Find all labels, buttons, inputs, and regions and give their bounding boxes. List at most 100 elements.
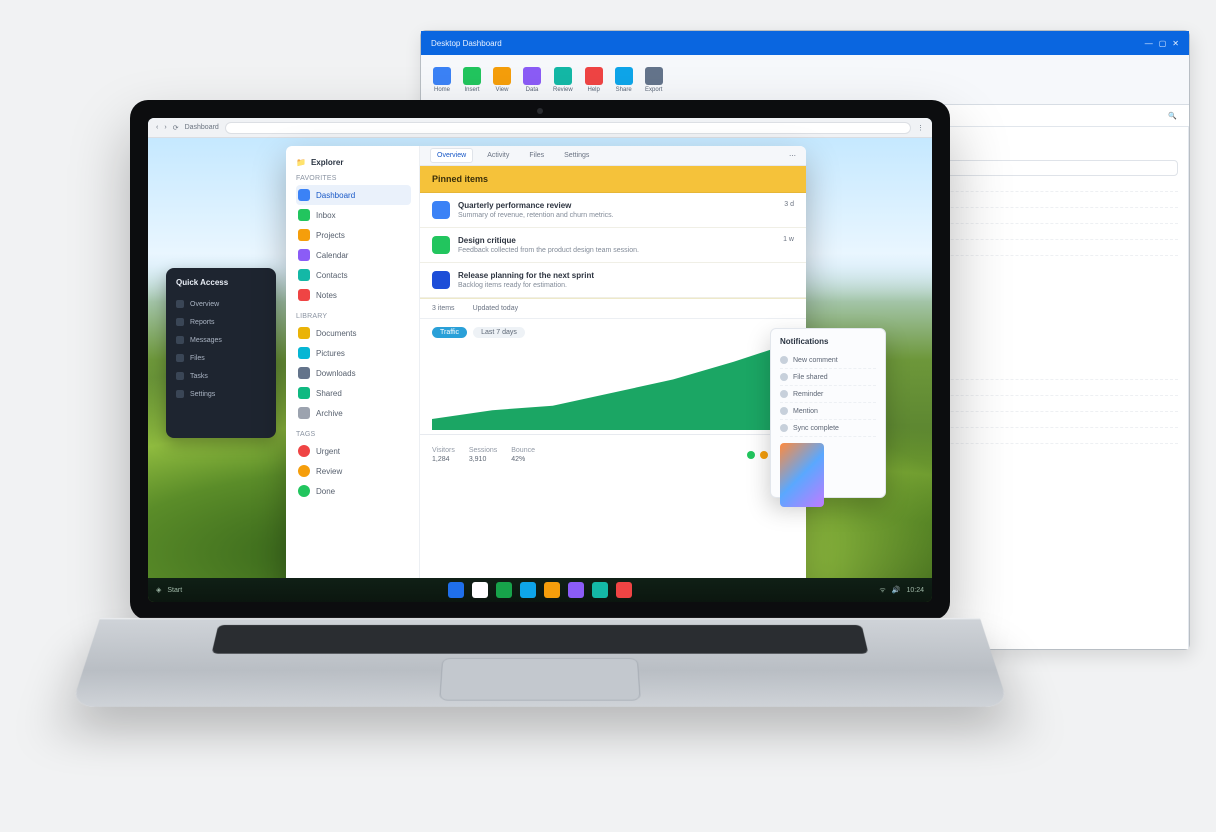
sidebar-item-shared[interactable]: Shared	[296, 383, 411, 403]
pinned-row[interactable]: Quarterly performance reviewSummary of r…	[420, 193, 806, 228]
pinned-row[interactable]: Design critiqueFeedback collected from t…	[420, 228, 806, 263]
laptop-bezel: ‹ › ⟳ Dashboard ⋮ Quick Access Overview …	[130, 100, 950, 620]
close-icon[interactable]: ✕	[1172, 39, 1179, 48]
row-meta: 3 d	[784, 201, 794, 208]
ribbon-item[interactable]: Export	[645, 67, 663, 93]
taskbar-app[interactable]	[520, 582, 536, 598]
panel-item[interactable]: Messages	[176, 331, 266, 349]
forward-icon[interactable]: ›	[164, 124, 166, 131]
square-icon	[298, 269, 310, 281]
camera-icon	[537, 108, 543, 114]
menu-icon[interactable]: ⋮	[917, 124, 924, 132]
taskbar-app[interactable]	[544, 582, 560, 598]
sidebar-item-tag[interactable]: Urgent	[296, 441, 411, 461]
square-icon	[298, 327, 310, 339]
dot-icon	[780, 373, 788, 381]
address-bar[interactable]	[225, 122, 911, 134]
browser-chrome: ‹ › ⟳ Dashboard ⋮	[148, 118, 932, 138]
sidebar-item-pictures[interactable]: Pictures	[296, 343, 411, 363]
min-icon[interactable]: —	[1145, 39, 1153, 48]
panel-heading: Quick Access	[176, 278, 266, 287]
sidebar-item-contacts[interactable]: Contacts	[296, 265, 411, 285]
search-icon[interactable]: 🔍	[1168, 112, 1177, 120]
laptop: ‹ › ⟳ Dashboard ⋮ Quick Access Overview …	[130, 100, 950, 740]
sidebar-item-inbox[interactable]: Inbox	[296, 205, 411, 225]
ribbon-item[interactable]: View	[493, 67, 511, 93]
notification-item[interactable]: Mention	[780, 403, 876, 420]
sound-icon[interactable]: 🔊	[892, 586, 901, 594]
dot-icon	[176, 300, 184, 308]
sidebar-item-projects[interactable]: Projects	[296, 225, 411, 245]
notification-item[interactable]: File shared	[780, 369, 876, 386]
taskbar-app[interactable]	[568, 582, 584, 598]
pinned-row[interactable]: Release planning for the next sprintBack…	[420, 263, 806, 298]
panel-item[interactable]: Files	[176, 349, 266, 367]
sidebar-item-notes[interactable]: Notes	[296, 285, 411, 305]
sidebar-item-documents[interactable]: Documents	[296, 323, 411, 343]
panel-heading: Notifications	[780, 337, 876, 346]
badge-icon	[432, 271, 450, 289]
sidebar-item-dashboard[interactable]: Dashboard	[296, 185, 411, 205]
ribbon-item[interactable]: Help	[585, 67, 603, 93]
panel-item[interactable]: Overview	[176, 295, 266, 313]
chart-range[interactable]: Last 7 days	[473, 327, 525, 338]
ribbon-item[interactable]: Insert	[463, 67, 481, 93]
tab-files[interactable]: Files	[523, 149, 550, 162]
dot-icon	[298, 445, 310, 457]
app-main: Overview Activity Files Settings ⋯ Pinne…	[420, 146, 806, 600]
clock[interactable]: 10:24	[906, 587, 924, 594]
panel-item[interactable]: Reports	[176, 313, 266, 331]
notification-item[interactable]: Reminder	[780, 386, 876, 403]
stat-sessions: Sessions3,910	[469, 447, 497, 463]
status-bar: Visitors1,284 Sessions3,910 Bounce42%	[420, 434, 806, 474]
trackpad[interactable]	[439, 658, 641, 700]
pinned-card: Pinned items Quarterly performance revie…	[420, 166, 806, 318]
max-icon[interactable]: ▢	[1159, 39, 1167, 48]
chart-card: Traffic Last 7 days	[420, 318, 806, 434]
reload-icon[interactable]: ⟳	[173, 124, 179, 132]
panel-item[interactable]: Settings	[176, 385, 266, 403]
wifi-icon[interactable]: ᯤ	[879, 586, 885, 595]
start-label: Start	[167, 587, 182, 594]
ribbon-item[interactable]: Data	[523, 67, 541, 93]
notification-item[interactable]: New comment	[780, 352, 876, 369]
sidebar-item-downloads[interactable]: Downloads	[296, 363, 411, 383]
start-button[interactable]: ◈	[156, 586, 161, 594]
taskbar-app[interactable]	[448, 582, 464, 598]
ribbon-item[interactable]: Home	[433, 67, 451, 93]
tab-activity[interactable]: Activity	[481, 149, 515, 162]
dot-icon	[176, 372, 184, 380]
taskbar: ◈ Start ᯤ 🔊 10:24	[148, 578, 932, 602]
taskbar-app[interactable]	[616, 582, 632, 598]
tab-label[interactable]: Dashboard	[185, 124, 219, 131]
dot-icon	[780, 390, 788, 398]
panel-item[interactable]: Tasks	[176, 367, 266, 385]
taskbar-app[interactable]	[496, 582, 512, 598]
back-icon[interactable]: ‹	[156, 124, 158, 131]
square-icon	[298, 347, 310, 359]
sidebar-item-tag[interactable]: Review	[296, 461, 411, 481]
square-icon	[298, 289, 310, 301]
ribbon-item[interactable]: Share	[615, 67, 633, 93]
taskbar-app[interactable]	[472, 582, 488, 598]
chart-pill[interactable]: Traffic	[432, 327, 467, 338]
tab-settings[interactable]: Settings	[558, 149, 595, 162]
badge-icon	[432, 201, 450, 219]
notification-item[interactable]: Sync complete	[780, 420, 876, 437]
dot-icon	[760, 451, 768, 459]
monitor-ribbon: Home Insert View Data Review Help Share …	[421, 55, 1189, 105]
keyboard	[212, 625, 869, 654]
app-tabs: Overview Activity Files Settings ⋯	[420, 146, 806, 166]
sidebar-item-archive[interactable]: Archive	[296, 403, 411, 423]
dot-icon	[176, 354, 184, 362]
preview-thumbnail[interactable]	[780, 443, 824, 507]
ribbon-item[interactable]: Review	[553, 67, 573, 93]
sidebar-group-label: FAVORITES	[296, 175, 411, 182]
stat-visitors: Visitors1,284	[432, 447, 455, 463]
tab-overview[interactable]: Overview	[430, 148, 473, 163]
sidebar-item-tag[interactable]: Done	[296, 481, 411, 501]
taskbar-app[interactable]	[592, 582, 608, 598]
sidebar-item-calendar[interactable]: Calendar	[296, 245, 411, 265]
more-icon[interactable]: ⋯	[789, 152, 796, 160]
dot-icon	[176, 336, 184, 344]
